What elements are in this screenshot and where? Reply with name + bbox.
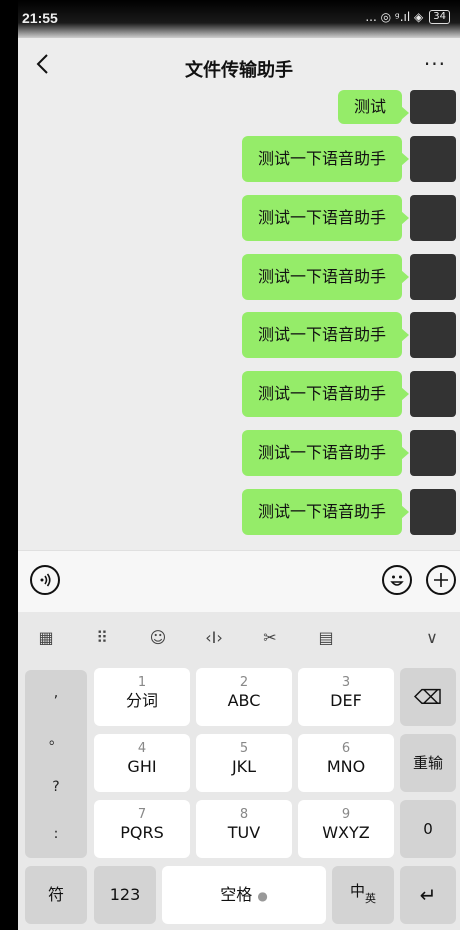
key-number: 9	[341, 807, 351, 822]
colon-key[interactable]: :	[25, 811, 87, 858]
avatar[interactable]	[410, 489, 456, 535]
message-item[interactable]: 测试一下语音助手	[241, 312, 456, 358]
key-letters: MNO	[326, 757, 366, 776]
language-switch-key[interactable]: 中英	[332, 866, 394, 924]
period-key[interactable]: 。	[25, 717, 87, 764]
message-item[interactable]: 测试一下语音助手	[241, 136, 456, 182]
space-label: 空格	[220, 885, 253, 904]
key-1[interactable]: 1 分词	[94, 668, 190, 726]
emoji-icon[interactable]	[382, 565, 412, 595]
keyboard-toolbar: ▦ ⠿ ☺ ‹I› ✂ ▤ ∨	[18, 612, 460, 662]
voice-icon[interactable]	[30, 565, 60, 595]
message-bubble[interactable]: 测试一下语音助手	[241, 430, 410, 476]
signal-icons: ... ◎ ᵍ.ıl ◈	[365, 10, 424, 24]
status-icons: ... ◎ ᵍ.ıl ◈ 34	[365, 10, 450, 24]
lang-sub: 英	[365, 892, 376, 905]
space-key[interactable]: 空格 ●	[162, 866, 326, 924]
add-icon[interactable]	[426, 565, 456, 595]
key-letters: 分词	[125, 691, 158, 710]
message-item[interactable]: 测试一下语音助手	[241, 254, 456, 300]
avatar[interactable]	[410, 254, 456, 300]
key-5[interactable]: 5 JKL	[196, 734, 292, 792]
zero-key[interactable]: 0	[400, 800, 456, 858]
status-time: 21:55	[22, 10, 58, 26]
avatar[interactable]	[410, 136, 456, 182]
message-bubble[interactable]: 测试	[337, 90, 410, 124]
number-key[interactable]: 123	[94, 866, 156, 924]
message-item[interactable]: 测试一下语音助手	[241, 195, 456, 241]
cursor-icon[interactable]: ‹I›	[186, 628, 242, 647]
symbol-key[interactable]: 符	[25, 866, 87, 924]
key-6[interactable]: 6 MNO	[298, 734, 394, 792]
avatar[interactable]	[410, 371, 456, 417]
status-bar: 21:55 ... ◎ ᵍ.ıl ◈ 34	[18, 0, 460, 38]
lang-main: 中	[349, 882, 365, 900]
key-8[interactable]: 8 TUV	[196, 800, 292, 858]
message-item[interactable]: 测试	[337, 90, 456, 124]
key-4[interactable]: 4 GHI	[94, 734, 190, 792]
phone-screen: 21:55 ... ◎ ᵍ.ıl ◈ 34 文件传输助手 ··· 测试 测试一下…	[18, 0, 460, 930]
message-bubble[interactable]: 测试一下语音助手	[241, 195, 410, 241]
question-key[interactable]: ?	[25, 764, 87, 811]
key-letters: DEF	[330, 691, 362, 710]
collapse-keyboard-icon[interactable]: ∨	[404, 628, 460, 647]
key-number: 5	[239, 741, 249, 756]
key-number: 7	[137, 807, 147, 822]
message-bubble[interactable]: 测试一下语音助手	[241, 371, 410, 417]
key-letters: GHI	[127, 757, 157, 776]
comma-key[interactable]: ,	[25, 670, 87, 717]
clipboard-icon[interactable]: ▤	[298, 628, 354, 647]
key-9[interactable]: 9 WXYZ	[298, 800, 394, 858]
keyboard: ▦ ⠿ ☺ ‹I› ✂ ▤ ∨ , 。 ? : 1 分词 2 ABC 3 DEF 4G…	[18, 612, 460, 930]
message-bubble[interactable]: 测试一下语音助手	[241, 312, 410, 358]
message-bubble[interactable]: 测试一下语音助手	[241, 254, 410, 300]
key-letters: JKL	[231, 757, 257, 776]
avatar[interactable]	[410, 90, 456, 124]
key-2[interactable]: 2 ABC	[196, 668, 292, 726]
chat-title: 文件传输助手	[185, 60, 293, 81]
key-number: 6	[341, 741, 351, 756]
message-list: 测试 测试一下语音助手 测试一下语音助手 测试一下语音助手 测试一下语音助手 测…	[18, 90, 460, 550]
message-item[interactable]: 测试一下语音助手	[241, 371, 456, 417]
backspace-key[interactable]: ⌫	[400, 668, 456, 726]
key-letters: ABC	[227, 691, 261, 710]
key-letters: WXYZ	[322, 823, 370, 842]
message-bubble[interactable]: 测试一下语音助手	[241, 489, 410, 535]
avatar[interactable]	[410, 430, 456, 476]
key-7[interactable]: 7 PQRS	[94, 800, 190, 858]
keyboard-layout-icon[interactable]: ⠿	[74, 628, 130, 647]
emoji-panel-icon[interactable]: ☺	[130, 628, 186, 647]
message-item[interactable]: 测试一下语音助手	[241, 489, 456, 535]
avatar[interactable]	[410, 312, 456, 358]
chat-header: 文件传输助手 ···	[18, 38, 460, 94]
avatar[interactable]	[410, 195, 456, 241]
more-options-button[interactable]: ···	[424, 52, 446, 76]
reinput-key[interactable]: 重输	[400, 734, 456, 792]
key-letters: TUV	[227, 823, 261, 842]
enter-key[interactable]: ↵	[400, 866, 456, 924]
message-bubble[interactable]: 测试一下语音助手	[241, 136, 410, 182]
key-3[interactable]: 3 DEF	[298, 668, 394, 726]
key-number: 8	[239, 807, 249, 822]
key-number: 4	[137, 741, 147, 756]
key-number: 3	[341, 675, 351, 690]
punctuation-column: , 。 ? :	[25, 670, 87, 858]
scissors-icon[interactable]: ✂	[242, 628, 298, 647]
input-bar	[18, 550, 460, 612]
key-number: 2	[239, 675, 249, 690]
battery-icon: 34	[429, 10, 450, 24]
key-letters: PQRS	[120, 823, 164, 842]
message-item[interactable]: 测试一下语音助手	[241, 430, 456, 476]
key-number: 1	[137, 675, 147, 690]
mic-icon: ●	[257, 889, 268, 903]
grid-icon[interactable]: ▦	[18, 628, 74, 647]
